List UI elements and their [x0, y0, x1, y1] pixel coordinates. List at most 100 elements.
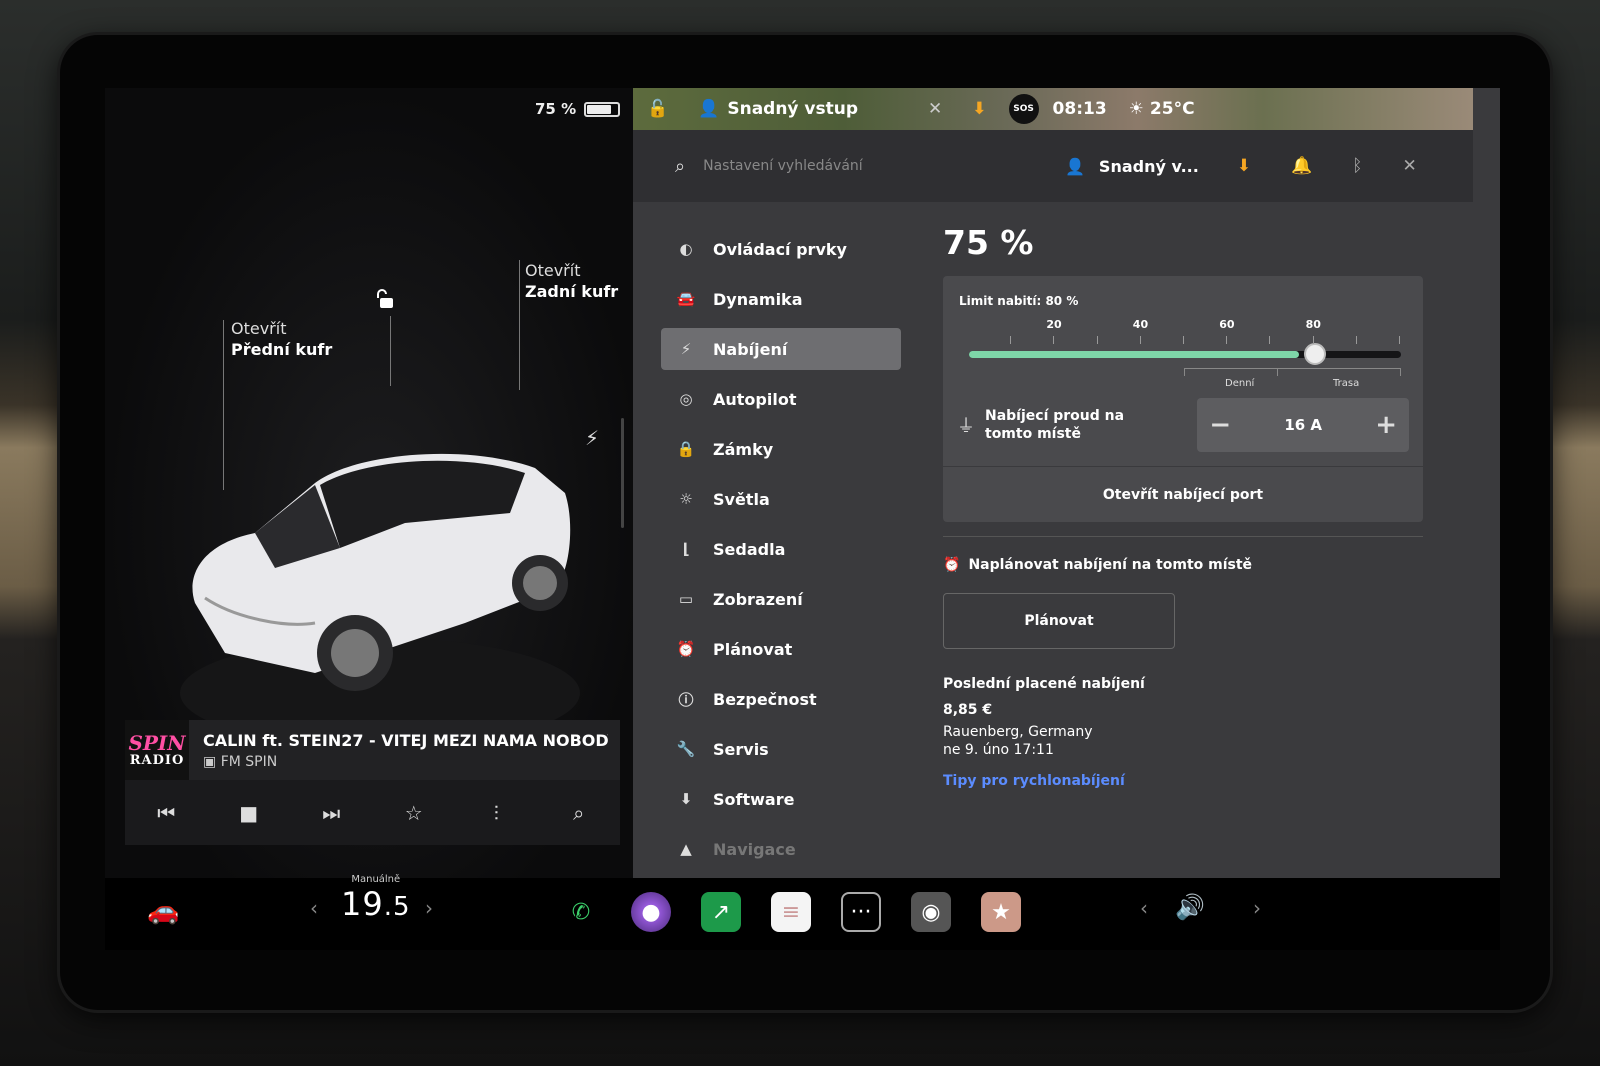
status-bar: 🔓 👤 Snadný vstup ✕ ⬇ SOS 08:13 ☀ 25°C [633, 88, 1473, 130]
profile-icon: 👤 [698, 99, 720, 119]
menu-item-10[interactable]: 🔧 Servis [661, 728, 901, 770]
open-charge-port-button[interactable]: Otevřít nabíjecí port [943, 466, 1423, 522]
menu-item-3[interactable]: ◎ Autopilot [661, 378, 901, 420]
menu-item-label: Autopilot [713, 389, 797, 409]
menu-item-1[interactable]: 🚘 Dynamika [661, 278, 901, 320]
pane-divider-handle[interactable] [621, 418, 624, 528]
favorite-star-icon[interactable]: ☆ [394, 801, 434, 825]
warning-icon: ⓘ [678, 690, 694, 709]
logo-text-bottom: RADIO [129, 752, 185, 768]
menu-item-12[interactable]: ▲ Navigace [661, 828, 901, 870]
toybox-icon[interactable]: ★ [981, 892, 1021, 932]
slider-tick-label: 20 [1046, 318, 1062, 331]
menu-item-label: Nabíjení [713, 339, 788, 359]
stop-icon[interactable]: ■ [229, 801, 269, 825]
app-launcher: ✆ ● ↗ ≡ ··· ◉ ★ [561, 892, 1021, 932]
radio-icon: ▣ [203, 753, 217, 770]
menu-item-11[interactable]: ⬇ Software [661, 778, 901, 820]
navigation-icon: ▲ [680, 840, 692, 858]
slider-tick-label: 40 [1132, 318, 1149, 331]
media-player: SPIN RADIO CALIN ft. STEIN27 - VITEJ MEZ… [125, 720, 620, 845]
daily-range-bracket [1184, 368, 1278, 376]
car-controls-icon[interactable]: 🚗 [147, 896, 179, 926]
rear-trunk-line [519, 260, 520, 390]
menu-item-8[interactable]: ⏰ Plánovat [661, 628, 901, 670]
next-track-icon[interactable]: ⏭ [311, 801, 351, 825]
volume-up-chevron-icon[interactable]: › [1253, 896, 1261, 920]
download-icon: ⬇ [679, 790, 693, 808]
driver-profile-button[interactable]: 👤 Snadný vstup [698, 99, 858, 119]
stocks-icon[interactable]: ↗ [701, 892, 741, 932]
menu-item-6[interactable]: ⌊ Sedadla [661, 528, 901, 570]
outside-temperature: 25°C [1149, 99, 1195, 119]
more-icon[interactable]: ··· [841, 892, 881, 932]
seat-icon: ⌊ [682, 540, 690, 558]
download-icon[interactable]: ⬇ [972, 99, 986, 119]
trip-label: Trasa [1333, 378, 1360, 389]
menu-item-label: Bezpečnost [713, 689, 817, 709]
trip-range-bracket [1278, 368, 1401, 376]
settings-topbar: ⌕ Nastavení vyhledávání 👤 Snadný v... ⬇ … [633, 130, 1473, 202]
increase-current-button[interactable]: + [1375, 410, 1397, 440]
dashcam-icon[interactable]: ◉ [911, 892, 951, 932]
settings-search[interactable]: ⌕ Nastavení vyhledávání [675, 156, 1065, 177]
menu-item-5[interactable]: ☼ Světla [661, 478, 901, 520]
rear-trunk-button[interactable]: Otevřít Zadní kufr [525, 260, 618, 302]
now-playing[interactable]: SPIN RADIO CALIN ft. STEIN27 - VITEJ MEZ… [125, 720, 620, 780]
temp-down-chevron-icon[interactable]: ‹ [310, 896, 318, 920]
battery-percent-large: 75 % [943, 223, 1034, 262]
wrench-icon: 🔧 [676, 740, 696, 758]
media-search-icon[interactable]: ⌕ [559, 801, 599, 825]
menu-item-9[interactable]: ⓘ Bezpečnost [661, 678, 901, 720]
volume-icon[interactable]: 🔊 [1175, 893, 1205, 921]
temp-up-chevron-icon[interactable]: › [425, 896, 433, 920]
lock-icon: 🔒 [676, 440, 696, 458]
charge-limit-slider[interactable]: Denní Trasa 20 40 60 80 [969, 308, 1401, 398]
sos-button[interactable]: SOS [1008, 94, 1039, 124]
car-icon: 🚘 [676, 290, 696, 308]
schedule-button[interactable]: Plánovat [943, 593, 1175, 649]
menu-item-label: Plánovat [713, 639, 793, 659]
profile-menu-button[interactable]: 👤 Snadný v... [1065, 157, 1199, 176]
slider-tick [1053, 336, 1055, 344]
unlock-status-icon[interactable]: 🔓 [647, 99, 668, 119]
front-trunk-label-1: Otevřít [231, 319, 287, 338]
notes-icon[interactable]: ≡ [771, 892, 811, 932]
menu-item-0[interactable]: ◐ Ovládací prvky [661, 228, 901, 270]
menu-item-label: Zobrazení [713, 589, 803, 609]
rear-trunk-label-1: Otevřít [525, 261, 581, 280]
slider-handle[interactable] [1303, 343, 1326, 365]
settings-menu: ◐ Ovládací prvky 🚘 Dynamika ⚡ Nabíjení ◎ Autopi… [661, 228, 901, 878]
software-download-icon[interactable]: ⬇ [1237, 156, 1251, 176]
volume-down-chevron-icon[interactable]: ‹ [1140, 896, 1148, 920]
menu-item-2[interactable]: ⚡ Nabíjení [661, 328, 901, 370]
daily-label: Denní [1225, 378, 1255, 389]
alarm-clock-icon: ⏰ [943, 557, 961, 573]
climate-control[interactable]: Manuálně 19.5 [341, 874, 411, 923]
car-3d-model [180, 453, 580, 748]
phone-icon[interactable]: ✆ [561, 892, 601, 932]
menu-item-7[interactable]: ▭ Zobrazení [661, 578, 901, 620]
profile-icon: 👤 [1065, 156, 1085, 176]
decrease-current-button[interactable]: − [1209, 410, 1231, 440]
camera-lens-icon[interactable]: ● [631, 892, 671, 932]
menu-item-4[interactable]: 🔒 Zámky [661, 428, 901, 470]
fast-charge-tips-link[interactable]: Tipy pro rychlonabíjení [943, 773, 1443, 789]
slider-tick [1096, 336, 1098, 344]
unlock-icon[interactable] [375, 288, 397, 310]
slider-tick [1183, 336, 1184, 344]
front-trunk-button[interactable]: Otevřít Přední kufr [231, 318, 332, 360]
logo-text-top: SPIN [128, 730, 186, 755]
last-paid-location: Rauenberg, Germany [943, 724, 1093, 740]
no-signal-icon: ✕ [928, 99, 943, 119]
last-paid-date: ne 9. úno 17:11 [943, 742, 1054, 758]
equalizer-icon[interactable]: ⫶ [476, 801, 516, 825]
charge-current-stepper: − 16 A + [1197, 398, 1409, 452]
cellular-off-icon[interactable]: ✕ [1402, 156, 1416, 176]
media-controls: ⏮ ■ ⏭ ☆ ⫶ ⌕ [125, 780, 620, 845]
bell-icon[interactable]: 🔔 [1291, 156, 1312, 176]
temp-decimal: .5 [383, 892, 411, 922]
schedule-heading: ⏰ Naplánovat nabíjení na tomto místě [943, 557, 1443, 573]
previous-track-icon[interactable]: ⏮ [146, 801, 186, 825]
bluetooth-icon[interactable]: ᛒ [1352, 156, 1362, 176]
